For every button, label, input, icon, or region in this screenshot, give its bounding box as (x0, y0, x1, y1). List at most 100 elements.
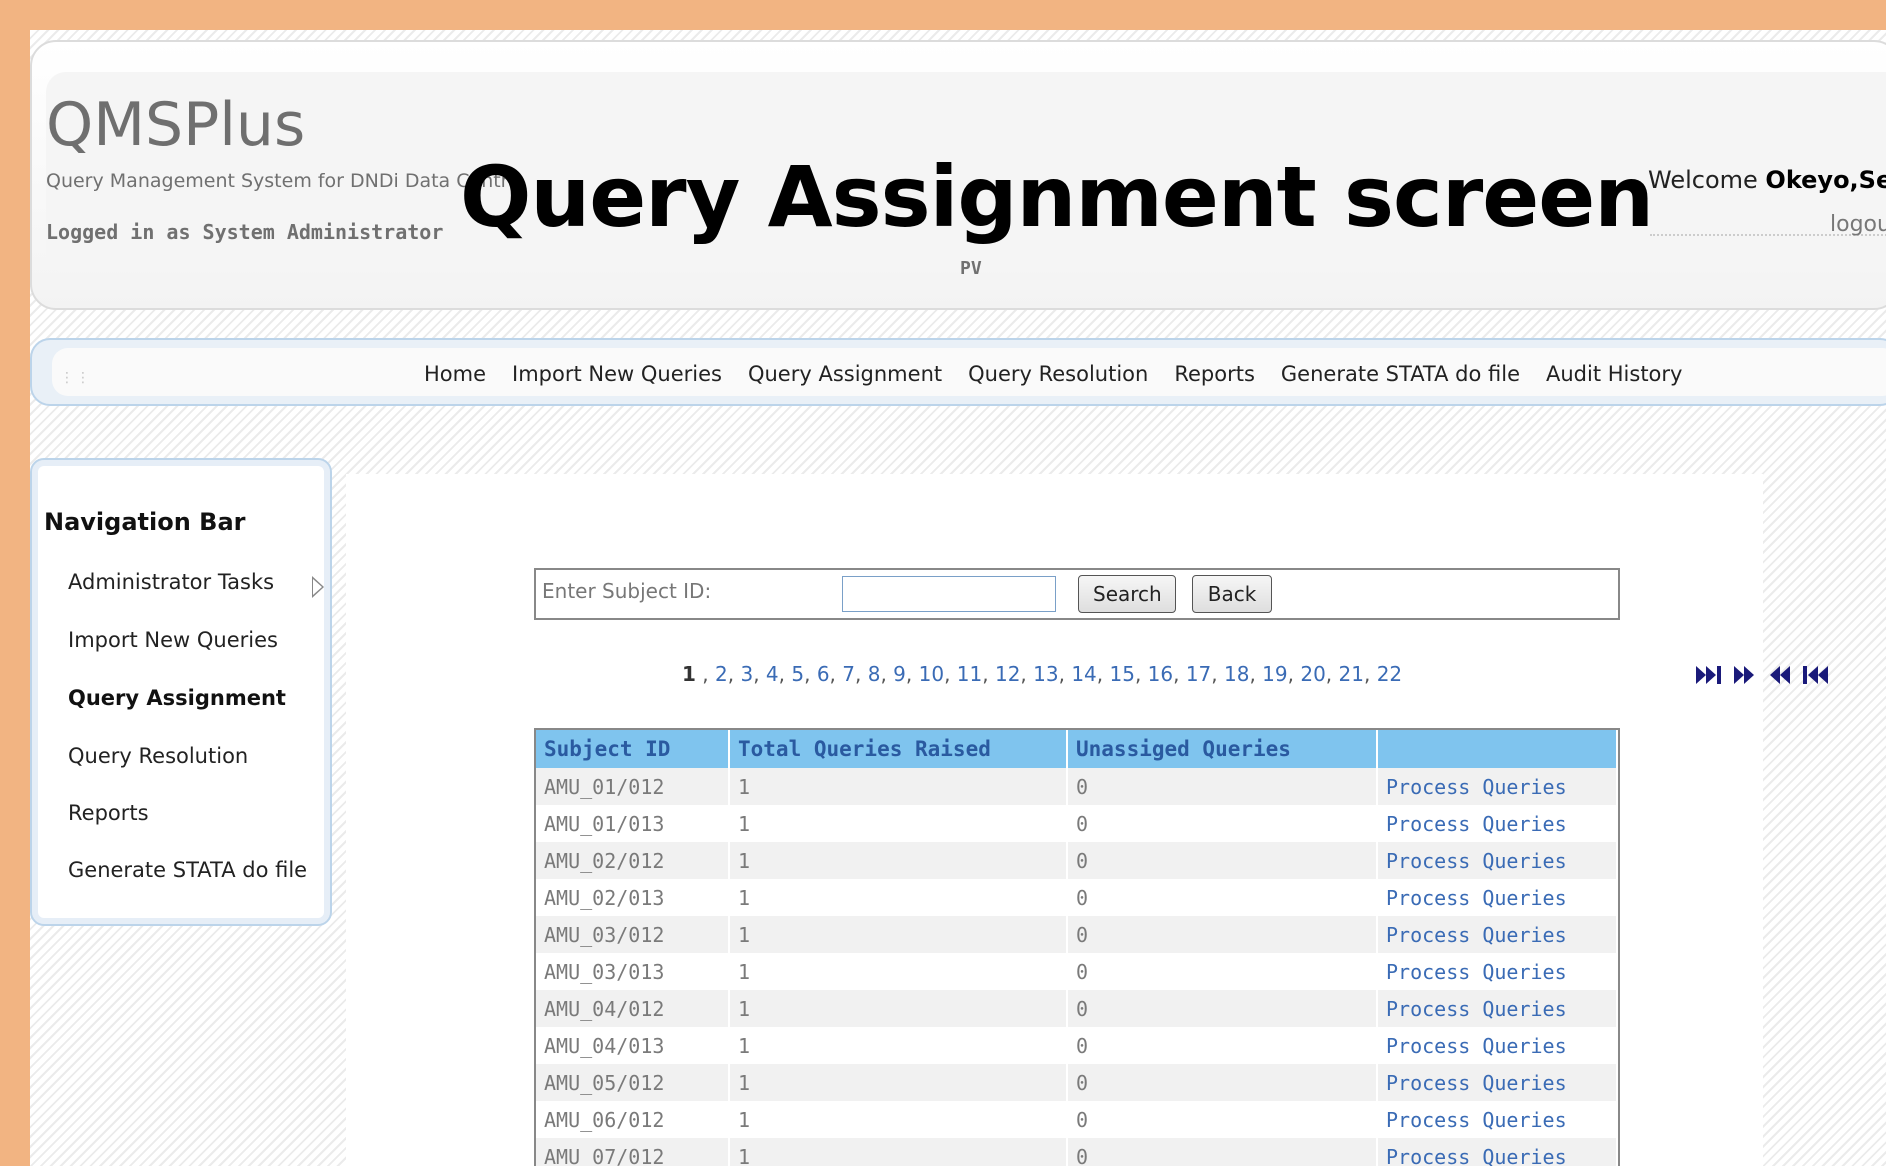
process-queries-link[interactable]: Process Queries (1377, 805, 1618, 842)
page-link[interactable]: 17 (1186, 662, 1211, 686)
topnav-import-new-queries[interactable]: Import New Queries (512, 362, 722, 386)
table-row: AMU_06/012 1 0 Process Queries (536, 1101, 1618, 1138)
page-link[interactable]: 20 (1300, 662, 1325, 686)
page-link[interactable]: 10 (919, 662, 944, 686)
page-link[interactable]: 6 (817, 662, 830, 686)
logged-in-status: Logged in as System Administrator (46, 220, 444, 244)
table-row: AMU_01/013 1 0 Process Queries (536, 805, 1618, 842)
cell-total-queries: 1 (729, 1101, 1068, 1138)
topnav-reports[interactable]: Reports (1174, 362, 1255, 386)
page-link[interactable]: 11 (957, 662, 982, 686)
sidebar-item-generate-stata[interactable]: Generate STATA do file (68, 858, 307, 882)
back-button[interactable]: Back (1192, 575, 1272, 613)
page-separator: , (944, 662, 957, 686)
subject-id-input[interactable] (842, 576, 1056, 612)
header-subject-id[interactable]: Subject ID (536, 730, 730, 768)
grip-icon: ⋮⋮ (60, 370, 92, 386)
page-separator: , (702, 662, 715, 686)
process-queries-link[interactable]: Process Queries (1377, 768, 1618, 805)
page-link[interactable]: 21 (1339, 662, 1364, 686)
cell-unassigned-queries: 0 (1067, 1138, 1378, 1166)
topnav-audit-history[interactable]: Audit History (1546, 362, 1682, 386)
cell-unassigned-queries: 0 (1067, 805, 1378, 842)
page-link[interactable]: 19 (1262, 662, 1287, 686)
sidebar-item-query-assignment[interactable]: Query Assignment (68, 686, 286, 710)
page-link[interactable]: 4 (766, 662, 779, 686)
page-separator: , (880, 662, 894, 686)
page-link[interactable]: 13 (1033, 662, 1058, 686)
process-queries-link[interactable]: Process Queries (1377, 842, 1618, 879)
process-queries-link[interactable]: Process Queries (1377, 1027, 1618, 1064)
page-separator: , (1249, 662, 1263, 686)
cell-unassigned-queries: 0 (1067, 879, 1378, 916)
next-page-icon[interactable] (1732, 664, 1758, 686)
sidebar-item-import-new-queries[interactable]: Import New Queries (68, 628, 278, 652)
cell-subject-id: AMU_04/012 (536, 990, 730, 1027)
topnav-home[interactable]: Home (424, 362, 486, 386)
table-header-row: Subject ID Total Queries Raised Unassige… (536, 730, 1618, 768)
slide-title: Query Assignment screen (460, 148, 1654, 246)
cell-total-queries: 1 (729, 879, 1068, 916)
sidebar-item-query-resolution[interactable]: Query Resolution (68, 744, 248, 768)
topnav-generate-stata[interactable]: Generate STATA do file (1281, 362, 1520, 386)
sidebar-item-administrator-tasks[interactable]: Administrator Tasks (68, 570, 274, 594)
page-link[interactable]: 2 (715, 662, 728, 686)
table-row: AMU_03/013 1 0 Process Queries (536, 953, 1618, 990)
table-row: AMU_07/012 1 0 Process Queries (536, 1138, 1618, 1166)
page-link[interactable]: 7 (842, 662, 855, 686)
page-link[interactable]: 3 (740, 662, 753, 686)
table-row: AMU_05/012 1 0 Process Queries (536, 1064, 1618, 1101)
page-link[interactable]: 22 (1377, 662, 1402, 686)
cell-subject-id: AMU_03/012 (536, 916, 730, 953)
topnav-query-resolution[interactable]: Query Resolution (968, 362, 1148, 386)
page-link[interactable]: 14 (1071, 662, 1096, 686)
page-current: 1 (682, 662, 696, 686)
process-queries-link[interactable]: Process Queries (1377, 916, 1618, 953)
sidebar-item-reports[interactable]: Reports (68, 801, 149, 825)
subject-id-label: Enter Subject ID: (542, 579, 712, 603)
page-link[interactable]: 5 (791, 662, 804, 686)
page-link[interactable]: 18 (1224, 662, 1249, 686)
table-row: AMU_02/013 1 0 Process Queries (536, 879, 1618, 916)
page-link[interactable]: 16 (1148, 662, 1173, 686)
page-separator: , (1325, 662, 1339, 686)
first-page-icon[interactable] (1800, 664, 1830, 686)
logout-link[interactable]: logout (1830, 212, 1886, 237)
header-total-queries[interactable]: Total Queries Raised (729, 730, 1068, 768)
previous-page-icon[interactable] (1766, 664, 1792, 686)
cell-unassigned-queries: 0 (1067, 1027, 1378, 1064)
process-queries-link[interactable]: Process Queries (1377, 1138, 1618, 1166)
process-queries-link[interactable]: Process Queries (1377, 879, 1618, 916)
page-separator: , (1058, 662, 1072, 686)
process-queries-link[interactable]: Process Queries (1377, 1101, 1618, 1138)
page-separator: , (727, 662, 741, 686)
topnav-query-assignment[interactable]: Query Assignment (748, 362, 942, 386)
search-button[interactable]: Search (1078, 575, 1176, 613)
page-link[interactable]: 9 (893, 662, 906, 686)
table-row: AMU_03/012 1 0 Process Queries (536, 916, 1618, 953)
page-link[interactable]: 8 (868, 662, 881, 686)
cell-subject-id: AMU_04/013 (536, 1027, 730, 1064)
process-queries-link[interactable]: Process Queries (1377, 1064, 1618, 1101)
page-separator: , (1173, 662, 1186, 686)
last-page-icon[interactable] (1694, 664, 1724, 686)
process-queries-link[interactable]: Process Queries (1377, 953, 1618, 990)
sidebar-title: Navigation Bar (44, 508, 246, 536)
cell-unassigned-queries: 0 (1067, 916, 1378, 953)
header-action (1377, 730, 1618, 768)
cell-subject-id: AMU_01/012 (536, 768, 730, 805)
page-separator: , (1211, 662, 1224, 686)
cell-unassigned-queries: 0 (1067, 768, 1378, 805)
cell-subject-id: AMU_03/013 (536, 953, 730, 990)
process-queries-link[interactable]: Process Queries (1377, 990, 1618, 1027)
page-link[interactable]: 12 (995, 662, 1020, 686)
page-separator: , (905, 662, 919, 686)
cell-unassigned-queries: 0 (1067, 1064, 1378, 1101)
page-link[interactable]: 15 (1109, 662, 1134, 686)
cell-subject-id: AMU_06/012 (536, 1101, 730, 1138)
welcome-text: Welcome Okeyo,Seth (1648, 166, 1886, 194)
header-unassigned-queries[interactable]: Unassiged Queries (1067, 730, 1378, 768)
top-nav: ⋮⋮ Home Import New Queries Query Assignm… (30, 338, 1886, 406)
cell-subject-id: AMU_02/012 (536, 842, 730, 879)
submenu-arrow-icon[interactable] (312, 576, 324, 598)
